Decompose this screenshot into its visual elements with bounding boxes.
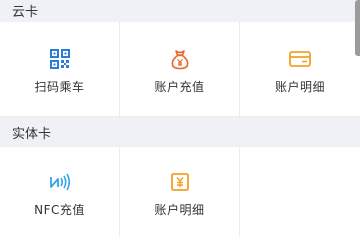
- scrollbar[interactable]: [355, 0, 360, 56]
- cloud-card-grid: 扫码乘车 账户充值 账户明细: [0, 22, 360, 117]
- nfc-icon: [49, 171, 71, 193]
- card-services-screen: 云卡 扫码乘车 账户充值 账户明细 实体卡 NFC充值 账户明细: [0, 0, 360, 240]
- section-header-cloud-card: 云卡: [0, 0, 360, 22]
- nfc-topup-button[interactable]: NFC充值: [0, 147, 120, 237]
- receipt-icon: [169, 171, 191, 193]
- account-topup-label: 账户充值: [154, 79, 205, 94]
- physical-account-details-label: 账户明细: [154, 202, 205, 217]
- account-details-button[interactable]: 账户明细: [240, 22, 360, 116]
- physical-card-grid: NFC充值 账户明细: [0, 147, 360, 237]
- section-header-physical-card: 实体卡: [0, 117, 360, 147]
- card-icon: [289, 48, 311, 70]
- physical-account-details-button[interactable]: 账户明细: [120, 147, 240, 237]
- account-details-label: 账户明细: [274, 79, 325, 94]
- section-title: 实体卡: [12, 126, 52, 142]
- qr-code-icon: [49, 48, 71, 70]
- nfc-topup-label: NFC充值: [34, 202, 85, 217]
- section-title: 云卡: [12, 4, 39, 20]
- scan-qr-ride-button[interactable]: 扫码乘车: [0, 22, 120, 116]
- empty-cell: [240, 147, 360, 237]
- scan-qr-ride-label: 扫码乘车: [34, 79, 85, 94]
- account-topup-button[interactable]: 账户充值: [120, 22, 240, 116]
- money-bag-icon: [169, 48, 191, 70]
